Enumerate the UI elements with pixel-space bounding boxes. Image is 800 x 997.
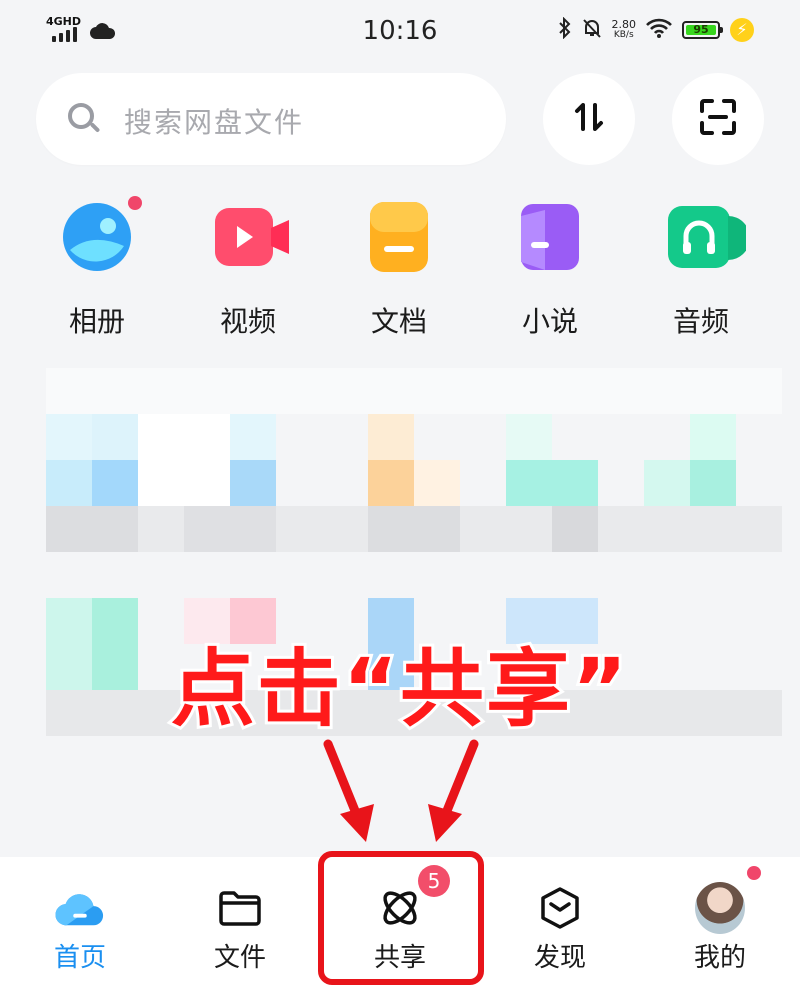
nav-label: 我的 bbox=[693, 943, 746, 973]
nav-discover[interactable]: 发现 bbox=[480, 857, 640, 997]
battery-icon: 95 bbox=[682, 21, 723, 39]
video-icon bbox=[213, 202, 289, 272]
search-placeholder: 搜索网盘文件 bbox=[124, 106, 305, 139]
avatar-icon bbox=[695, 882, 745, 934]
bluetooth-icon bbox=[558, 16, 572, 43]
sort-arrows-icon bbox=[569, 97, 609, 141]
wifi-icon bbox=[646, 18, 672, 42]
search-bar[interactable]: 搜索网盘文件 bbox=[36, 73, 506, 165]
arrow-icon bbox=[323, 739, 374, 842]
instruction-overlay: 点击“共享” bbox=[168, 637, 630, 741]
album-icon bbox=[62, 202, 132, 272]
speed-unit: KB/s bbox=[613, 30, 634, 40]
avatar bbox=[695, 882, 745, 934]
audio-icon bbox=[666, 202, 750, 272]
profile-dot bbox=[747, 866, 761, 880]
sort-button[interactable] bbox=[543, 73, 635, 165]
battery-level: 95 bbox=[686, 24, 716, 35]
share-highlight-box bbox=[318, 851, 484, 985]
status-bar: 4GHD 10:16 2.80 KB/s 95 ⚡ bbox=[0, 0, 800, 62]
category-label: 视频 bbox=[219, 305, 276, 338]
category-label: 相册 bbox=[68, 305, 125, 338]
nav-label: 发现 bbox=[533, 943, 586, 973]
network-speed: 2.80 KB/s bbox=[612, 19, 637, 41]
search-icon bbox=[68, 103, 94, 129]
document-icon bbox=[364, 202, 434, 272]
category-row: 相册 视频 文档 小说 音频 bbox=[22, 190, 778, 350]
scan-icon bbox=[698, 97, 738, 141]
category-label: 音频 bbox=[672, 305, 729, 338]
category-label: 小说 bbox=[521, 305, 578, 338]
mute-icon bbox=[582, 17, 602, 43]
category-label: 文档 bbox=[370, 305, 427, 338]
nav-label: 文件 bbox=[213, 943, 266, 973]
cloud-home-icon bbox=[55, 885, 105, 931]
speed-value: 2.80 bbox=[611, 18, 637, 31]
charging-icon: ⚡ bbox=[730, 18, 754, 42]
novel-icon bbox=[515, 202, 585, 272]
nav-me[interactable]: 我的 bbox=[640, 857, 800, 997]
nav-label: 首页 bbox=[53, 943, 106, 973]
scan-button[interactable] bbox=[672, 73, 764, 165]
album-dot bbox=[128, 196, 142, 210]
folder-icon bbox=[215, 885, 265, 931]
arrow-icon bbox=[428, 739, 479, 842]
nav-files[interactable]: 文件 bbox=[160, 857, 320, 997]
discover-cube-icon bbox=[535, 885, 585, 931]
nav-home[interactable]: 首页 bbox=[0, 857, 160, 997]
